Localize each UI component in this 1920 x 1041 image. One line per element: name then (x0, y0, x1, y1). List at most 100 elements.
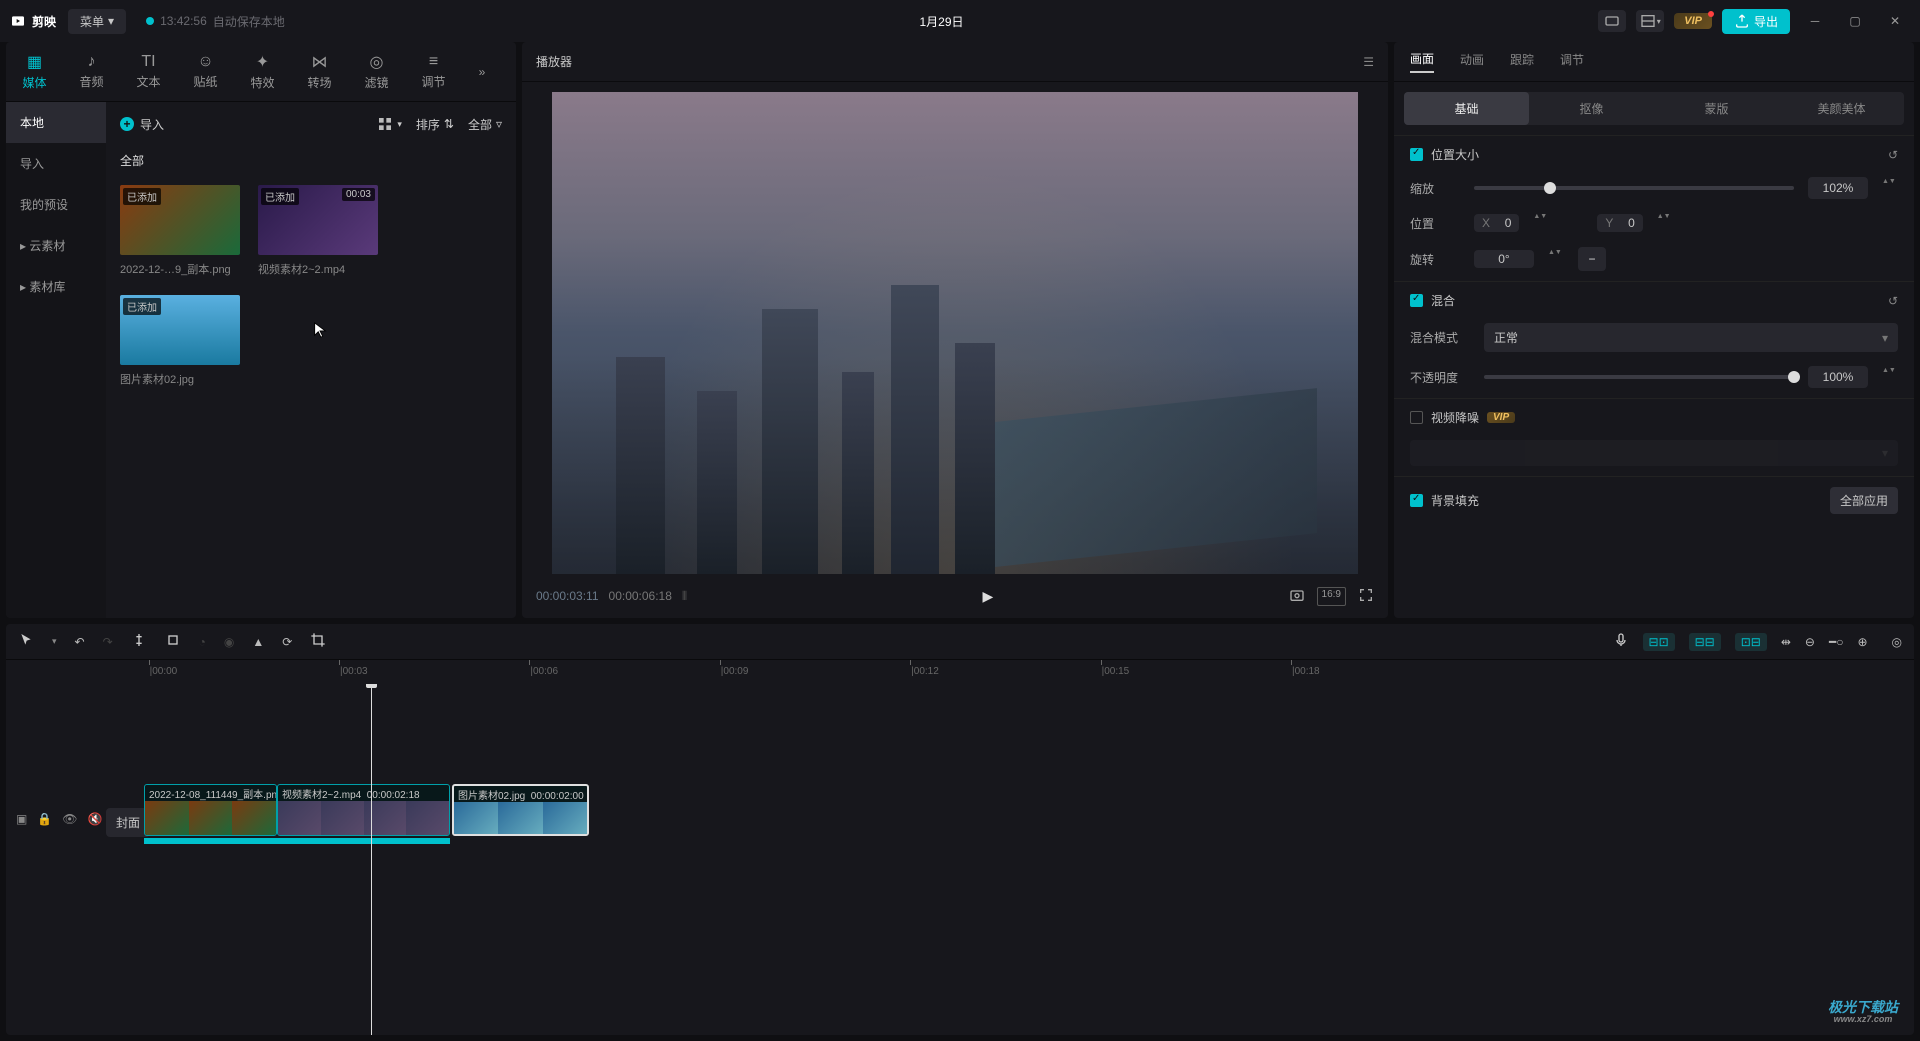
rotate-90-button[interactable]: − (1578, 247, 1606, 271)
bgfill-toggle[interactable] (1410, 494, 1423, 507)
media-thumb[interactable]: 已添加 00:03 视频素材2~2.mp4 (258, 185, 378, 277)
inspector-tab-0[interactable]: 画面 (1410, 50, 1434, 73)
import-button[interactable]: + 导入 (120, 116, 164, 133)
media-tab-4[interactable]: ✦特效 (234, 42, 291, 101)
app-logo: 剪映 (10, 13, 56, 30)
y-stepper[interactable]: ▲▼ (1657, 213, 1673, 233)
inspector-tab-2[interactable]: 跟踪 (1510, 51, 1534, 72)
rotate-tool-icon[interactable]: ⟳ (282, 635, 292, 649)
scale-stepper[interactable]: ▲▼ (1882, 178, 1898, 198)
filter-button[interactable]: 全部 ▿ (468, 116, 502, 133)
preview-frame-image (552, 92, 1358, 574)
thumb-name: 视频素材2~2.mp4 (258, 261, 378, 277)
snap-preview-button[interactable]: ⊡⊟ (1735, 633, 1767, 651)
track-visible-icon[interactable]: 👁 (62, 812, 77, 826)
selection-tool-icon[interactable] (18, 632, 34, 651)
tab-icon: ⋈ (312, 52, 328, 72)
sidebar-item-3[interactable]: ▸ 云素材 (6, 225, 106, 266)
split-icon[interactable] (131, 632, 147, 651)
zoom-slider-icon[interactable]: ━○ (1829, 635, 1843, 649)
track-toggle-icon[interactable]: ▣ (16, 812, 27, 826)
fullscreen-icon[interactable] (1358, 587, 1374, 606)
mic-icon[interactable] (1613, 632, 1629, 651)
track-lock-icon[interactable]: 🔒 (37, 812, 52, 826)
timeline-clip[interactable]: 视频素材2~2.mp4 00:00:02:18 (277, 784, 450, 836)
sidebar-item-1[interactable]: 导入 (6, 143, 106, 184)
inspector-tab-1[interactable]: 动画 (1460, 51, 1484, 72)
media-thumb[interactable]: 已添加 2022-12-…9_副本.png (120, 185, 240, 277)
snap-link-button[interactable]: ⊟⊟ (1689, 633, 1721, 651)
inspector-tab-3[interactable]: 调节 (1560, 51, 1584, 72)
inspector-subtab-0[interactable]: 基础 (1404, 92, 1529, 125)
filter-icon: ▿ (496, 117, 502, 131)
snapshot-icon[interactable] (1289, 587, 1305, 606)
logo-icon (10, 13, 26, 29)
play-button[interactable]: ▶ (982, 588, 993, 605)
opacity-stepper[interactable]: ▲▼ (1882, 367, 1898, 387)
close-icon[interactable]: ✕ (1880, 10, 1910, 32)
vip-badge[interactable]: VIP (1674, 13, 1712, 29)
blend-mode-select[interactable]: 正常▾ (1484, 323, 1898, 352)
shortcuts-icon[interactable] (1598, 10, 1626, 32)
timeline-clip[interactable]: 2022-12-08_111449_副本.png 00: (144, 784, 277, 836)
crop-icon[interactable] (310, 632, 326, 651)
chevron-down-icon: ▾ (1882, 446, 1888, 460)
media-tab-2[interactable]: TI文本 (120, 42, 177, 101)
denoise-toggle[interactable] (1410, 411, 1423, 424)
inspector-subtab-3[interactable]: 美颜美体 (1779, 92, 1904, 125)
rotate-input[interactable]: 0° (1474, 250, 1534, 268)
apply-all-button[interactable]: 全部应用 (1830, 487, 1898, 514)
export-button[interactable]: 导出 (1722, 9, 1790, 34)
blend-toggle[interactable] (1410, 294, 1423, 307)
mirror-icon[interactable]: ▲ (252, 635, 264, 649)
ruler-tick: |00:00 (150, 666, 178, 677)
delete-icon[interactable] (165, 632, 181, 651)
sidebar-item-0[interactable]: 本地 (6, 102, 106, 143)
reset-icon[interactable]: ↺ (1888, 294, 1898, 308)
view-mode-button[interactable]: ▾ (377, 116, 402, 133)
tab-icon: ≡ (429, 53, 438, 71)
player-viewport[interactable] (552, 92, 1358, 574)
scale-slider[interactable] (1474, 186, 1794, 190)
aspect-ratio-button[interactable]: 16:9 (1317, 587, 1346, 606)
opacity-value[interactable]: 100% (1808, 366, 1868, 388)
sidebar-item-2[interactable]: 我的预设 (6, 184, 106, 225)
tool-dropdown-icon[interactable]: ▾ (52, 636, 57, 647)
media-tab-1[interactable]: ♪音频 (63, 42, 120, 101)
media-tab-5[interactable]: ⋈转场 (291, 42, 348, 101)
sidebar-item-4[interactable]: ▸ 素材库 (6, 266, 106, 307)
media-tab-6[interactable]: ◎滤镜 (348, 42, 405, 101)
media-tab-7[interactable]: ≡调节 (405, 42, 462, 101)
position-y-input[interactable]: Y 0 (1597, 214, 1642, 232)
x-stepper[interactable]: ▲▼ (1533, 213, 1549, 233)
layout-icon[interactable]: ▾ (1636, 10, 1664, 32)
inspector-subtab-1[interactable]: 抠像 (1529, 92, 1654, 125)
opacity-slider[interactable] (1484, 375, 1794, 379)
media-thumb[interactable]: 已添加 图片素材02.jpg (120, 295, 240, 387)
track-mute-icon[interactable]: 🔇 (88, 812, 103, 826)
position-x-input[interactable]: X 0 (1474, 214, 1519, 232)
player-menu-icon[interactable]: ☰ (1363, 55, 1374, 69)
media-tab-0[interactable]: ▦媒体 (6, 42, 63, 101)
scale-value[interactable]: 102% (1808, 177, 1868, 199)
reset-icon[interactable]: ↺ (1888, 148, 1898, 162)
current-time: 00:00:03:11 (536, 589, 599, 603)
zoom-out-icon[interactable]: ⊖ (1805, 635, 1815, 649)
fit-timeline-icon[interactable]: ◎ (1892, 635, 1902, 649)
snap-main-button[interactable]: ⊟⊡ (1643, 633, 1675, 651)
undo-icon[interactable]: ↶ (75, 635, 85, 649)
position-size-toggle[interactable] (1410, 148, 1423, 161)
inspector-subtab-2[interactable]: 蒙版 (1654, 92, 1779, 125)
zoom-in-icon[interactable]: ⊕ (1857, 635, 1867, 649)
denoise-select-disabled: ▾ (1410, 440, 1898, 466)
media-tab-3[interactable]: ☺贴纸 (177, 42, 234, 101)
align-icon[interactable]: ⇹ (1781, 635, 1791, 649)
main-menu-button[interactable]: 菜单 ▾ (68, 9, 126, 34)
rotate-stepper[interactable]: ▲▼ (1548, 249, 1564, 269)
maximize-icon[interactable]: ▢ (1840, 10, 1870, 32)
timeline-clip[interactable]: 图片素材02.jpg 00:00:02:00 (452, 784, 589, 836)
sort-button[interactable]: 排序 ⇅ (416, 116, 454, 133)
minimize-icon[interactable]: ─ (1800, 10, 1830, 32)
expand-tabs-icon[interactable]: » (462, 42, 502, 101)
compare-icon[interactable]: ⦀ (682, 589, 687, 604)
